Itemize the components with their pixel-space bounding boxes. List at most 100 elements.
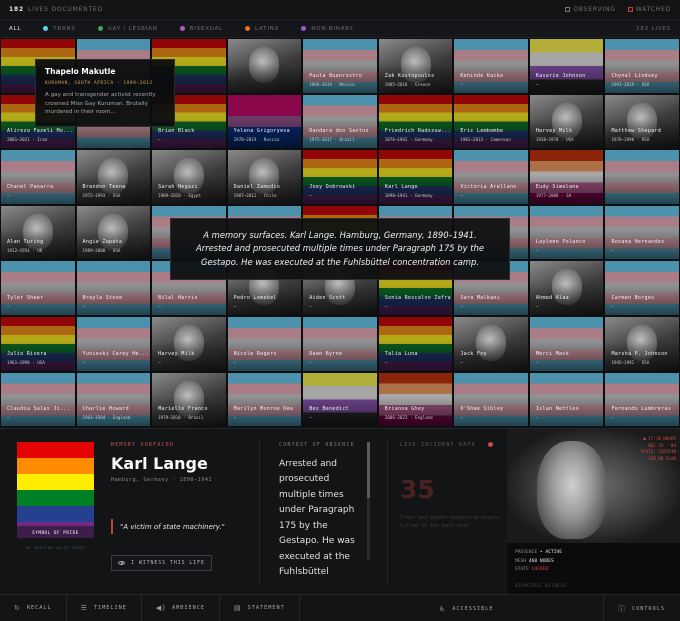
divider	[298, 594, 300, 621]
memorial-cell[interactable]: Joey Dobrowski —	[302, 149, 378, 205]
cell-name: Chynal Lindsey	[611, 72, 658, 79]
memorial-cell[interactable]: Matthew Shepard 1976–1998 · USA	[604, 93, 680, 150]
cell-name: Julio Rivera	[7, 350, 47, 357]
memorial-cell[interactable]: Harvey Milk —	[151, 315, 227, 372]
cell-name: Sara Malkani	[460, 294, 501, 301]
memorial-cell[interactable]: Victoria Arellano —	[453, 149, 529, 205]
memorial-cell[interactable]: Eudy Simelane 1977–2008 · SA	[528, 149, 605, 205]
cell-years: 1979–2018 · Brazil	[158, 415, 204, 421]
memorial-cell[interactable]: Marilyn Monroe Dea —	[226, 371, 303, 428]
memorial-cell[interactable]: Carmen Borges —	[604, 260, 680, 316]
memorial-cell[interactable]	[226, 38, 303, 94]
cell-years: —	[384, 359, 388, 365]
filter-non-binary[interactable]: NON-BINARY	[301, 26, 353, 32]
cell-years: —	[309, 359, 312, 365]
cell-years: —	[611, 303, 614, 309]
scrollbar-thumb[interactable]	[367, 442, 370, 498]
ambience-button[interactable]: ◀) AMBIENCE	[142, 595, 219, 621]
controls-icon: ⓘ	[618, 604, 626, 613]
memorial-cell[interactable]: Angie Zapata 1989–2008 · USA	[75, 204, 152, 261]
memorial-cell[interactable]: Sarah Hegazi 1989–2020 · Egypt	[151, 149, 227, 205]
cell-years: —	[309, 303, 312, 309]
memorial-cell[interactable]: Harvey Milk 1930–1978 · USA	[528, 93, 605, 150]
cell-years: —	[82, 359, 86, 365]
memorial-cell[interactable]: Eric Lembembe 1981–2013 · Cameroon	[453, 93, 529, 150]
observing-toggle[interactable]: OBSERVING	[565, 6, 615, 13]
cell-years: —	[158, 303, 161, 309]
cell-name: Yelena Grigoryeva	[233, 128, 290, 135]
memorial-cell[interactable]: Roxana Hernandez —	[604, 204, 680, 261]
hud-line: ● 17:18 HOURS	[643, 436, 676, 441]
memorial-cell[interactable]: Merci Mack —	[528, 315, 605, 372]
filter-bisexual[interactable]: BISEXUAL	[179, 26, 223, 32]
memorial-cell[interactable]: O'Shae Sibley —	[453, 371, 529, 428]
bisexual-dot-icon	[179, 26, 185, 31]
cell-name: Fernando Lumbreras	[611, 406, 672, 413]
memorial-cell[interactable]: Brayla Stone —	[75, 260, 152, 316]
cell-name: Dandara dos Santos	[309, 128, 369, 135]
memorial-cell[interactable]: Kasarie Johnson —	[528, 38, 605, 94]
memorial-cell[interactable]: Brianna Ghey 2006–2023 · England	[377, 371, 454, 428]
cell-shade	[529, 316, 604, 371]
filter-all[interactable]: ALL	[9, 26, 21, 32]
bottom-nav: ↻ RECALL ☰ TIMELINE ◀) AMBIENCE ▤ STATEMENT …	[0, 594, 680, 621]
watched-icon	[627, 7, 633, 12]
memorial-cell[interactable]: Nicole Rogers —	[226, 315, 303, 372]
cell-years: 1978–2019 · Russia	[233, 137, 280, 143]
cell-name: Brian Black	[158, 128, 195, 135]
memorial-cell[interactable]: Ahmed Alaa —	[528, 260, 605, 316]
tooltip-description: A gay and transgender activist recently …	[45, 92, 156, 116]
memorial-cell[interactable]: Fernando Lumbreras —	[604, 371, 680, 428]
statement-button[interactable]: ▤ STATEMENT	[220, 595, 299, 621]
cell-years: —	[460, 415, 463, 421]
memorial-cell[interactable]: Chanel Panarra —	[0, 149, 76, 205]
filter-latinx[interactable]: LATINX	[245, 26, 279, 32]
cell-name: Dawn Byrne	[309, 350, 343, 357]
presence-label: PRESENCE	[515, 550, 538, 555]
mesh-value: 468 NODES	[528, 558, 554, 564]
memorial-cell[interactable]: Dawn Byrne —	[302, 315, 378, 372]
memorial-cell[interactable]: Yelena Grigoryeva 1978–2019 · Russia	[226, 93, 303, 150]
memorial-cell[interactable]: Jack Foy —	[453, 315, 529, 372]
witness-button[interactable]: I WITNESS THIS LIFE	[111, 555, 212, 571]
controls-button[interactable]: ⓘ CONTROLS	[603, 595, 679, 621]
divider	[259, 439, 260, 585]
memorial-cell[interactable]: Charlie Howard 1961–1984 · England	[75, 371, 152, 428]
cell-name: Eric Lembembe	[460, 128, 504, 135]
memorial-cell[interactable]: Karl Lange 1890–1941 · Germany	[377, 149, 454, 205]
memorial-cell[interactable]: Brandon Teena 1972–1993 · USA	[75, 149, 152, 205]
memorial-cell[interactable]: Julio Rivera 1961–1990 · USA	[0, 315, 76, 372]
memorial-cell[interactable]: Daniel Zamudio 1987–2012 · Chile	[226, 149, 303, 205]
cell-shade	[1, 150, 75, 204]
cell-years: 1975–2017 · Brazil	[309, 137, 355, 143]
cell-years: —	[233, 415, 237, 421]
memorial-cell[interactable]: Claudia Salas Ji... —	[0, 371, 76, 428]
memorial-cell[interactable]: Bex Benedict —	[302, 371, 378, 428]
memorial-cell[interactable]: Islan Nettles —	[528, 371, 605, 428]
memorial-cell[interactable]: Dandara dos Santos 1975–2017 · Brazil	[302, 93, 378, 150]
memorial-cell[interactable]: Marielle Franco 1979–2018 · Brazil	[151, 371, 227, 428]
memorial-cell[interactable]: Marsha P. Johnson 1945–1992 · USA	[604, 315, 680, 372]
memorial-cell[interactable]: Paula Buenrostro 1969–2019 · Mexico	[302, 38, 378, 94]
timeline-button[interactable]: ☰ TIMELINE	[67, 595, 141, 621]
cell-years: —	[158, 137, 161, 143]
memorial-cell[interactable]: Kehinde Kaiko —	[453, 38, 529, 94]
memorial-cell[interactable]: Alan Turing 1912–1954 · UK	[0, 204, 76, 261]
accessible-button[interactable]: ♿ ACCESSIBLE	[425, 595, 508, 621]
memorial-cell[interactable]: Zak Kostopoulos 1985–2018 · Greece	[377, 38, 454, 94]
watched-toggle[interactable]: WATCHED	[627, 6, 671, 13]
context-scrollbar[interactable]	[367, 442, 370, 560]
memorial-cell[interactable]	[604, 149, 680, 205]
memorial-cell[interactable]: Tyler Sheer —	[0, 260, 76, 316]
memorial-cell[interactable]: Talia Luna —	[377, 315, 454, 372]
memorial-cell[interactable]: Layleen Polanco —	[528, 204, 605, 261]
memorial-cell[interactable]: Yunieski Carey He... —	[75, 315, 152, 372]
context-text: Arrested and prosecuted multiple times u…	[279, 459, 355, 577]
filter-trans[interactable]: TRANS	[43, 26, 75, 32]
filter-gay-lesbian[interactable]: GAY / LESBIAN	[97, 26, 158, 32]
recall-button[interactable]: ↻ RECALL	[0, 595, 66, 621]
memorial-cell[interactable]: Friedrich Radszuw... 1876–1942 · Germany	[377, 93, 454, 150]
memorial-cell[interactable]: Chynal Lindsey 1993–2019 · USA	[604, 38, 680, 94]
speaker-icon: ◀)	[155, 604, 167, 612]
cell-years: 1969–2019 · Mexico	[309, 81, 355, 87]
